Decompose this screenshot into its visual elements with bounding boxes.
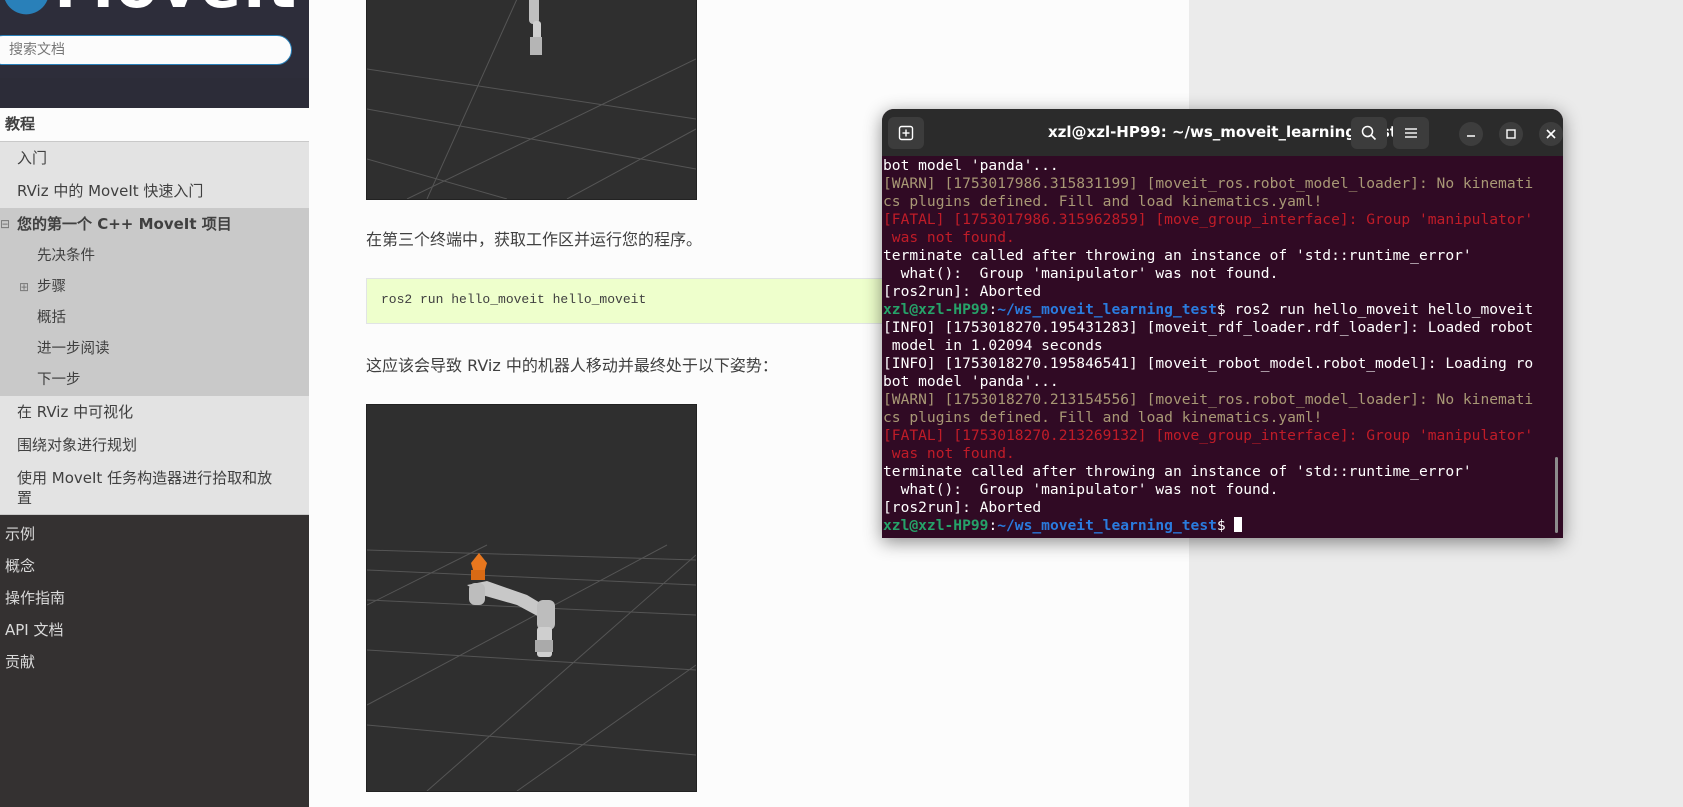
terminal-line: bot model 'panda'... <box>883 373 1059 390</box>
terminal-line-warn: [WARN] [1753018270.213154556] [moveit_ro… <box>883 391 1534 408</box>
sidebar-caption-tutorials[interactable]: 教程 <box>0 108 309 141</box>
terminal-scrollbar[interactable] <box>1555 457 1558 533</box>
sidebar-item-steps[interactable]: ⊞ 步骤 <box>0 272 309 303</box>
maximize-icon <box>1506 129 1516 139</box>
terminal-line-fatal: [FATAL] [1753017986.315962859] [move_gro… <box>883 211 1534 228</box>
terminal-line: model in 1.02094 seconds <box>883 337 1103 354</box>
new-tab-button[interactable] <box>888 117 924 149</box>
sidebar-divider <box>0 78 309 108</box>
terminal-line: [ros2run]: Aborted <box>883 283 1042 300</box>
terminal-line-fatal: was not found. <box>883 229 1015 246</box>
terminal-line: what(): Group 'manipulator' was not foun… <box>883 481 1279 498</box>
text-cursor <box>1234 517 1243 532</box>
terminal-line: [ros2run]: Aborted <box>883 499 1042 516</box>
sidebar-item-pick-and-place[interactable]: 使用 MoveIt 任务构造器进行拾取和放置 <box>0 462 309 514</box>
hamburger-menu-icon <box>1405 128 1417 138</box>
sidebar-item-rviz-quickstart[interactable]: RViz 中的 MoveIt 快速入门 <box>0 175 309 208</box>
code-line: ros2 run hello_moveit hello_moveit <box>381 292 647 307</box>
rviz-screenshot-bottom <box>366 404 697 792</box>
close-icon <box>1546 129 1556 139</box>
minimize-button[interactable] <box>1459 122 1483 146</box>
sidebar-item-planning-around-objects[interactable]: 围绕对象进行规划 <box>0 429 309 462</box>
paragraph-expected-pose: 这应该会导致 RViz 中的机器人移动并最终处于以下姿势： <box>366 356 778 375</box>
terminal-window[interactable]: xzl@xzl-HP99: ~/ws_moveit_learning_test … <box>882 109 1563 538</box>
prompt-user: xzl@xzl-HP99 <box>883 517 989 534</box>
terminal-search-button[interactable] <box>1351 117 1387 149</box>
sidebar-item-label: 您的第一个 C++ MoveIt 项目 <box>17 215 232 233</box>
terminal-line: terminate called after throwing an insta… <box>883 463 1472 480</box>
terminal-line: what(): Group 'manipulator' was not foun… <box>883 265 1279 282</box>
sidebar-item-first-cpp-project[interactable]: ⊟ 您的第一个 C++ MoveIt 项目 <box>0 208 309 241</box>
sidebar-menu: 教程 入门 RViz 中的 MoveIt 快速入门 ⊟ 您的第一个 C++ Mo… <box>0 108 309 678</box>
terminal-output[interactable]: bot model 'panda'... [WARN] [1753017986.… <box>883 157 1549 537</box>
sidebar-item-further-reading[interactable]: 进一步阅读 <box>0 334 309 365</box>
terminal-line-warn: cs plugins defined. Fill and load kinema… <box>883 193 1323 210</box>
sidebar-expanded-group: 入门 RViz 中的 MoveIt 快速入门 ⊟ 您的第一个 C++ MoveI… <box>0 141 309 515</box>
sidebar-section-how-to-guides[interactable]: 操作指南 <box>0 582 309 614</box>
expand-icon[interactable]: ⊞ <box>19 272 29 303</box>
robot-arm-icon <box>529 0 542 55</box>
sidebar: ●MoveIt 教程 入门 RViz 中的 MoveIt 快速入门 ⊟ 您的第一… <box>0 0 309 807</box>
code-block: ros2 run hello_moveit hello_moveit <box>366 278 966 324</box>
search-icon <box>1361 125 1377 141</box>
sidebar-item-visualizing-in-rviz[interactable]: 在 RViz 中可视化 <box>0 396 309 429</box>
maximize-button[interactable] <box>1499 122 1523 146</box>
minimize-icon <box>1467 135 1475 137</box>
search-input[interactable] <box>0 35 292 65</box>
rviz-screenshot-top <box>366 0 697 200</box>
terminal-menu-button[interactable] <box>1393 117 1429 149</box>
terminal-line-warn: cs plugins defined. Fill and load kinema… <box>883 409 1323 426</box>
terminal-line: terminate called after throwing an insta… <box>883 247 1472 264</box>
close-button[interactable] <box>1539 122 1563 146</box>
prompt-user: xzl@xzl-HP99 <box>883 301 989 318</box>
sidebar-section-concepts[interactable]: 概念 <box>0 550 309 582</box>
sidebar-item-next-step[interactable]: 下一步 <box>0 365 309 396</box>
site-logo[interactable]: ●MoveIt <box>0 0 298 22</box>
sidebar-item-getting-started[interactable]: 入门 <box>0 142 309 175</box>
paragraph-run-program: 在第三个终端中，获取工作区并运行您的程序。 <box>366 230 703 249</box>
new-tab-icon <box>898 125 914 141</box>
sidebar-section-examples[interactable]: 示例 <box>0 518 309 550</box>
terminal-line-fatal: [FATAL] [1753018270.213269132] [move_gro… <box>883 427 1534 444</box>
collapse-icon[interactable]: ⊟ <box>0 208 10 241</box>
rviz-scene <box>367 0 696 199</box>
sidebar-search-area: ●MoveIt <box>0 0 309 78</box>
prompt-path: ~/ws_moveit_learning_test <box>997 517 1217 534</box>
prompt-path: ~/ws_moveit_learning_test <box>997 301 1217 318</box>
terminal-line-warn: [WARN] [1753017986.315831199] [moveit_ro… <box>883 175 1534 192</box>
terminal-line: [INFO] [1753018270.195431283] [moveit_rd… <box>883 319 1534 336</box>
terminal-line: bot model 'panda'... <box>883 157 1059 174</box>
sidebar-section-contributing[interactable]: 贡献 <box>0 646 309 678</box>
sidebar-item-prerequisites[interactable]: 先决条件 <box>0 241 309 272</box>
sidebar-current-section: ⊟ 您的第一个 C++ MoveIt 项目 先决条件 ⊞ 步骤 概括 进一步阅读… <box>0 208 309 396</box>
terminal-prompt-line: xzl@xzl-HP99:~/ws_moveit_learning_test$ … <box>883 301 1534 318</box>
prompt-command: ros2 run hello_moveit hello_moveit <box>1234 301 1534 318</box>
sidebar-item-label: 步骤 <box>37 279 66 295</box>
terminal-line-fatal: was not found. <box>883 445 1015 462</box>
terminal-titlebar[interactable]: xzl@xzl-HP99: ~/ws_moveit_learning_test <box>882 109 1563 156</box>
rviz-scene <box>367 544 696 791</box>
sidebar-item-summary[interactable]: 概括 <box>0 303 309 334</box>
terminal-line: [INFO] [1753018270.195846541] [moveit_ro… <box>883 355 1534 372</box>
terminal-prompt-line[interactable]: xzl@xzl-HP99:~/ws_moveit_learning_test$ <box>883 517 1549 535</box>
sidebar-section-api-docs[interactable]: API 文档 <box>0 614 309 646</box>
